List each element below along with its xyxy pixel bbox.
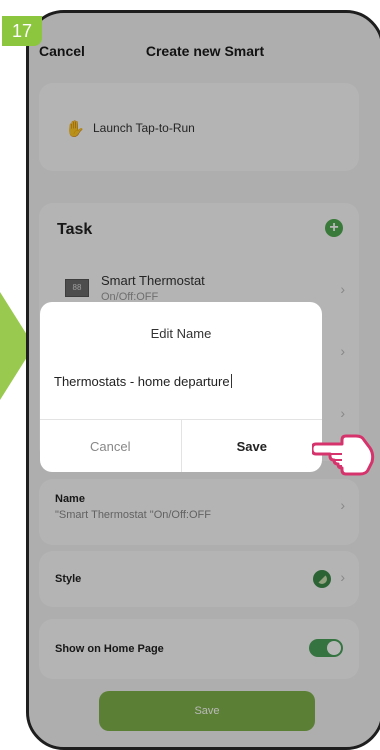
edit-name-dialog: Edit Name Thermostats - home departure C… — [40, 302, 322, 472]
name-input[interactable]: Thermostats - home departure — [54, 374, 308, 394]
pointing-hand-icon — [312, 434, 375, 476]
dialog-actions: Cancel Save — [40, 419, 322, 472]
dialog-title: Edit Name — [150, 326, 212, 341]
dialog-cancel-button[interactable]: Cancel — [40, 420, 182, 472]
text-caret — [230, 374, 232, 388]
name-input-value: Thermostats - home departure — [54, 374, 230, 389]
dialog-save-button[interactable]: Save — [182, 420, 323, 472]
step-number-badge: 17 — [2, 16, 42, 46]
